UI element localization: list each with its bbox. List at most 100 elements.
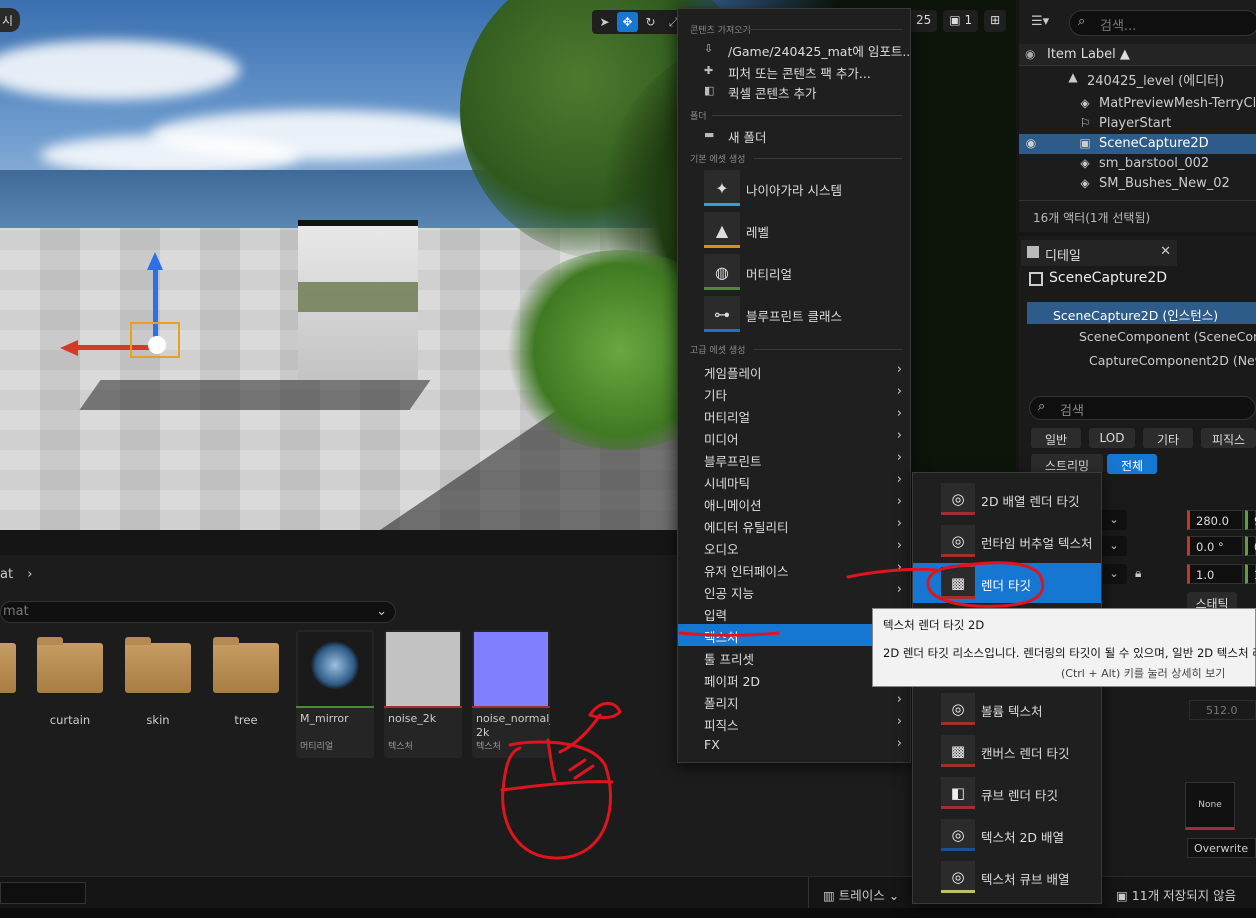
cloud [40,135,300,175]
asset-tile-texture[interactable]: noise_normal_ 2k 텍스처 [472,630,550,758]
close-icon[interactable]: ✕ [1160,244,1171,259]
create-blueprint-class[interactable]: ⊶ 블루프린트 클래스 [704,296,904,334]
menu-category-item[interactable]: 폴리지 › [678,690,910,712]
chevron-down-icon[interactable]: ⌄ [1101,510,1127,530]
add-feature-pack-button[interactable]: ✚ 피처 또는 콘텐츠 팩 추가... [678,60,910,82]
move-icon[interactable]: ✥ [617,12,638,32]
scale-y-field[interactable]: 1 [1245,564,1256,584]
menu-category-item[interactable]: 시네마틱 › [678,470,910,492]
rotation-x-field[interactable]: 0.0 ° [1187,536,1243,556]
import-button[interactable]: ⇩ /Game/240425_mat에 임포트... [678,38,910,60]
scale-x-field[interactable]: 1.0 [1187,564,1243,584]
submenu-item[interactable]: ◧ 큐브 렌더 타깃 [913,773,1101,813]
component-capture[interactable]: CaptureComponent2D (NewSceneCapture) [1027,350,1256,372]
gizmo-center[interactable] [148,336,166,354]
outliner-row-level[interactable]: ▲ 240425_level (에디터) [1019,68,1256,88]
breadcrumb-item[interactable]: at [0,567,13,582]
console-input[interactable] [0,882,86,904]
trace-button[interactable]: ▥ 트레이스 ⌄ [808,877,914,909]
menu-category-item[interactable]: 미디어 › [678,426,910,448]
submenu-item[interactable]: ◎ 볼륨 텍스처 [913,689,1101,729]
folder-icon[interactable] [37,637,103,693]
component-instance[interactable]: SceneCapture2D (인스턴스) [1027,302,1256,324]
path-filter-input[interactable]: mat ⌄ [0,601,396,623]
gizmo-x-arrow[interactable] [60,340,78,356]
resolution-field[interactable]: 512.0 [1189,700,1256,720]
outliner-row-selected[interactable]: ◉ ▣ SceneCapture2D [1019,134,1256,154]
chevron-right-icon: › [896,560,902,575]
lock-icon[interactable]: 🔒︎ [1135,566,1141,581]
asset-color-stripe [704,329,740,332]
details-tab[interactable]: 디테일 ✕ [1021,240,1177,266]
texture-target-slot[interactable]: None [1185,782,1235,830]
filter-lod[interactable]: LOD [1089,428,1135,448]
outliner-row[interactable]: ◈ sm_barstool_002 [1019,154,1256,174]
asset-color-stripe [941,512,975,515]
folder-icon[interactable] [0,643,16,693]
menu-category-item[interactable]: 머티리얼 › [678,404,910,426]
menu-category-item[interactable]: 기타 › [678,382,910,404]
details-search-input[interactable]: ⌕ 검색 [1029,396,1256,420]
filter-physics[interactable]: 피직스 [1201,428,1256,448]
filter-icon[interactable]: ☰▾ [1031,14,1049,29]
menu-category-item[interactable]: 게임플레이 › [678,360,910,382]
chevron-down-icon[interactable]: ⌄ [1101,564,1127,584]
create-niagara-system[interactable]: ✦ 나이아가라 시스템 [704,170,904,208]
submenu-item-selected[interactable]: ▩ 렌더 타깃 [913,563,1101,603]
menu-category-item[interactable]: 피직스 › [678,712,910,734]
menu-separator [712,115,902,116]
filter-misc[interactable]: 기타 [1143,428,1193,448]
menu-category-item[interactable]: 에디터 유틸리티 › [678,514,910,536]
outliner-search-input[interactable]: ⌕ 검색... [1069,10,1256,36]
chevron-down-icon[interactable]: ⌄ [1101,536,1127,556]
new-folder-button[interactable]: ▬ 새 폴더 [678,124,910,146]
folder-icon[interactable] [213,637,279,693]
menu-item-label: 피처 또는 콘텐츠 팩 추가... [728,66,871,81]
menu-category-item[interactable]: 오디오 › [678,536,910,558]
camera-speed-button[interactable]: ▣ 1 [943,10,979,32]
layout-icon[interactable]: ⊞ [984,10,1007,32]
menu-category-item[interactable]: 유저 인터페이스 › [678,558,910,580]
visibility-icon[interactable]: ◉ [1025,47,1035,61]
render-target-icon: ▩ [941,567,975,599]
menu-category-item[interactable]: 애니메이션 › [678,492,910,514]
select-icon[interactable]: ➤ [594,12,615,32]
location-y-field[interactable]: 9 [1245,510,1256,530]
import-icon: ⇩ [704,42,714,55]
create-material[interactable]: ◍ 머티리얼 [704,254,904,292]
rotation-y-field[interactable]: 0 [1245,536,1256,556]
submenu-item[interactable]: ◎ 텍스처 2D 배열 [913,815,1101,855]
filter-general[interactable]: 일반 [1031,428,1081,448]
component-scene[interactable]: SceneComponent (SceneComponent) [1027,326,1256,348]
gizmo-y-arrow[interactable] [147,252,163,270]
create-level[interactable]: ▲ 레벨 [704,212,904,250]
breadcrumb[interactable]: at › [0,567,32,582]
submenu-item[interactable]: ◎ 런타임 버추얼 텍스처 [913,521,1101,561]
snap-value[interactable]: 25 [910,10,938,32]
unsaved-button[interactable]: ▣ 11개 저장되지 않음 [1116,885,1236,904]
chevron-right-icon: › [896,692,902,707]
submenu-item[interactable]: ◎ 2D 배열 렌더 타깃 [913,479,1101,519]
viewport-view-label[interactable]: 시 [0,8,20,32]
filter-all[interactable]: 전체 [1107,454,1157,474]
composite-mode-dropdown[interactable]: Overwrite [1187,838,1256,858]
visibility-icon[interactable]: ◉ [1023,136,1039,152]
mirror-plane[interactable] [298,220,418,380]
outliner-row[interactable]: ◈ SM_Bushes_New_02 [1019,174,1256,194]
menu-category-item[interactable]: FX › [678,734,910,756]
menu-category-item[interactable]: 블루프린트 › [678,448,910,470]
outliner-row[interactable]: ⚐ PlayerStart [1019,114,1256,134]
location-x-field[interactable]: 280.0 [1187,510,1243,530]
add-quixel-button[interactable]: ◧ 퀵셀 콘텐츠 추가 [678,80,910,102]
folder-icon[interactable] [125,637,191,693]
submenu-item[interactable]: ◎ 텍스처 큐브 배열 [913,857,1101,897]
submenu-item[interactable]: ▩ 캔버스 렌더 타깃 [913,731,1101,771]
outliner-row[interactable]: ◈ MatPreviewMesh-TerryCloth [1019,94,1256,114]
menu-category-item[interactable]: 인공 지능 › [678,580,910,602]
chevron-down-icon[interactable]: ⌄ [376,604,387,619]
item-label-column[interactable]: Item Label ▲ [1047,47,1130,62]
asset-tile-texture[interactable]: noise_2k 텍스처 [384,630,462,758]
asset-tile-material[interactable]: M_mirror 머티리얼 [296,630,374,758]
rotate-icon[interactable]: ↻ [640,12,661,32]
filter-streaming[interactable]: 스트리밍 [1031,454,1103,474]
